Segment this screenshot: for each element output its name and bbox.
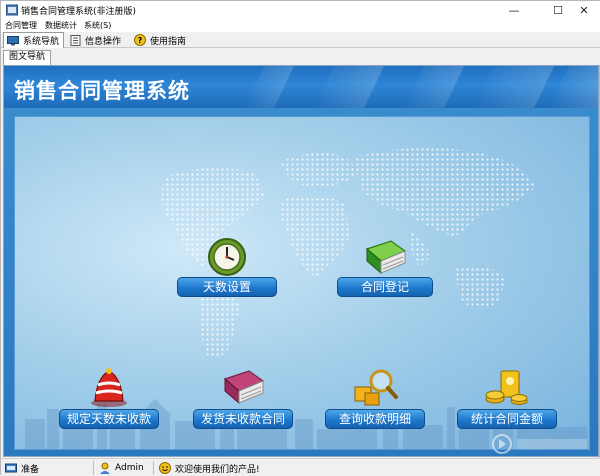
ready-text: 准备 bbox=[21, 464, 40, 475]
ready-icon bbox=[5, 463, 17, 473]
menu-contract-management[interactable]: 合同管理 bbox=[5, 20, 37, 31]
nav-contract-register[interactable]: 合同登记 bbox=[337, 235, 433, 297]
header-decoration bbox=[244, 66, 598, 108]
nav-payment-query[interactable]: 查询收款明细 bbox=[325, 365, 425, 429]
welcome-text: 欢迎使用我们的产品! bbox=[175, 464, 260, 475]
status-divider bbox=[153, 461, 154, 475]
tab-system-navigation[interactable]: 系统导航 bbox=[3, 32, 64, 48]
status-ready: 准备 bbox=[5, 461, 39, 475]
gold-coins-icon bbox=[485, 370, 528, 405]
tab-user-guide[interactable]: ? 使用指南 bbox=[131, 32, 186, 48]
toolbar: 系统导航 信息操作 ? 使用指南 bbox=[1, 32, 600, 48]
tab-label: 系统导航 bbox=[23, 37, 60, 47]
user-name: Admin bbox=[115, 463, 144, 473]
status-bar: 准备 Admin 欢迎使用我们的产品! bbox=[1, 458, 600, 476]
app-title: 销售合同管理系统 bbox=[14, 79, 190, 103]
magnifier-icon bbox=[354, 369, 398, 406]
user-icon bbox=[100, 462, 110, 474]
tab-label: 使用指南 bbox=[150, 36, 187, 47]
alarm-bell-icon bbox=[91, 368, 127, 407]
status-welcome: 欢迎使用我们的产品! bbox=[159, 461, 260, 475]
help-icon: ? bbox=[134, 34, 146, 46]
document-icon bbox=[70, 34, 81, 46]
app-window: 销售合同管理系统(非注册版) — ☐ ✕ 合同管理 数据统计 系统(S) 系统导… bbox=[0, 0, 600, 476]
nav-overdue-unpaid[interactable]: 规定天数未收款 bbox=[59, 365, 159, 429]
tab-graphic-navigation[interactable]: 图文导航 bbox=[3, 50, 52, 65]
status-divider bbox=[93, 461, 94, 475]
tab-info-operations[interactable]: 信息操作 bbox=[67, 32, 121, 48]
navigation-panel: 销售合同管理系统 天数设置 合同登记 规定天数未收款 发货未收款合同 查询收款明… bbox=[3, 65, 599, 457]
navigation-stage: 天数设置 合同登记 规定天数未收款 发货未收款合同 查询收款明细 统计合同金额 bbox=[14, 116, 590, 450]
nav-contract-amount-stats[interactable]: 统计合同金额 bbox=[457, 365, 557, 429]
nav-days-setting[interactable]: 天数设置 bbox=[177, 235, 277, 297]
monitor-icon bbox=[7, 35, 19, 45]
menu-statistics[interactable]: 数据统计 bbox=[45, 20, 77, 31]
svg-text:?: ? bbox=[138, 36, 143, 45]
contract-register-label: 合同登记 bbox=[337, 277, 433, 297]
tab-label: 信息操作 bbox=[85, 36, 122, 47]
nav-shipped-unpaid[interactable]: 发货未收款合同 bbox=[193, 365, 293, 429]
payment-query-label: 查询收款明细 bbox=[325, 409, 425, 429]
menu-system[interactable]: 系统(S) bbox=[84, 20, 111, 31]
minimize-button[interactable]: — bbox=[497, 1, 531, 19]
close-button[interactable]: ✕ bbox=[567, 1, 600, 19]
green-book-icon bbox=[365, 240, 407, 275]
shipped-unpaid-label: 发货未收款合同 bbox=[193, 409, 293, 429]
subtab-row: 图文导航 bbox=[1, 48, 600, 65]
title-bar[interactable]: 销售合同管理系统(非注册版) — ☐ ✕ bbox=[1, 1, 600, 19]
pink-book-icon bbox=[223, 370, 265, 405]
days-setting-label: 天数设置 bbox=[177, 277, 277, 297]
contract-amount-stats-label: 统计合同金额 bbox=[457, 409, 557, 429]
window-title: 销售合同管理系统(非注册版) bbox=[21, 7, 137, 17]
clock-icon bbox=[208, 238, 246, 276]
header-banner: 销售合同管理系统 bbox=[4, 66, 598, 108]
welcome-icon bbox=[159, 462, 171, 474]
overdue-unpaid-label: 规定天数未收款 bbox=[59, 409, 159, 429]
menu-bar: 合同管理 数据统计 系统(S) bbox=[1, 19, 600, 32]
status-user: Admin bbox=[99, 461, 144, 475]
watermark-logo bbox=[492, 434, 587, 454]
app-icon bbox=[6, 4, 18, 16]
